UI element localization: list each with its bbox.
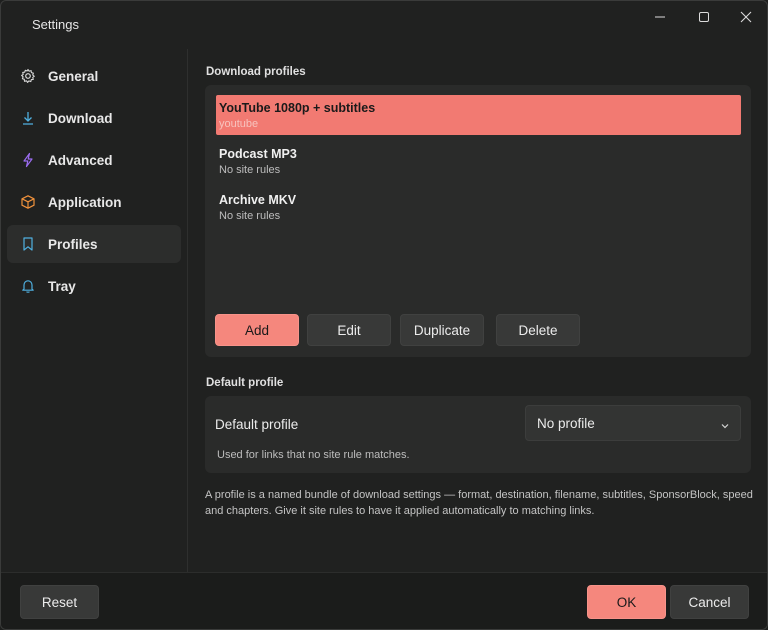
sidebar-divider	[187, 49, 188, 572]
sidebar-item-label: Profiles	[48, 236, 98, 252]
profiles-description: A profile is a named bundle of download …	[205, 489, 753, 517]
profile-name: Podcast MP3	[219, 147, 297, 161]
close-button[interactable]	[723, 1, 767, 33]
profile-list-item[interactable]: YouTube 1080p + subtitles youtube	[216, 95, 741, 135]
profile-name: Archive MKV	[219, 193, 297, 207]
duplicate-profile-button[interactable]: Duplicate	[400, 314, 484, 346]
default-profile-select[interactable]: No profile	[525, 405, 741, 441]
default-profile-card: Default profile No profile Used for link…	[205, 396, 751, 473]
edit-profile-button[interactable]: Edit	[307, 314, 391, 346]
sidebar-item-general[interactable]: General	[7, 57, 181, 95]
sidebar-item-tray[interactable]: Tray	[7, 267, 181, 305]
sidebar-item-advanced[interactable]: Advanced	[7, 141, 181, 179]
sidebar-item-profiles[interactable]: Profiles	[7, 225, 181, 263]
settings-window: Settings General Download Advanced Appli…	[0, 0, 768, 630]
maximize-button[interactable]	[681, 1, 727, 33]
profile-list-item[interactable]: Podcast MP3 No site rules	[216, 141, 741, 181]
default-profile-value: No profile	[537, 415, 595, 431]
profiles-card: YouTube 1080p + subtitles youtube Podcas…	[205, 85, 751, 357]
bell-icon	[20, 278, 36, 294]
gear-icon	[20, 68, 36, 84]
profile-list-item[interactable]: Archive MKV No site rules	[216, 187, 741, 227]
section-label-default-profile: Default profile	[206, 377, 284, 389]
ok-button[interactable]: OK	[587, 585, 666, 619]
sidebar-item-label: Application	[48, 194, 122, 210]
sidebar-item-label: Advanced	[48, 152, 113, 168]
delete-profile-button[interactable]: Delete	[496, 314, 580, 346]
reset-button[interactable]: Reset	[20, 585, 99, 619]
download-icon	[20, 110, 36, 126]
chevron-down-icon	[720, 419, 730, 434]
section-label-download-profiles: Download profiles	[206, 66, 306, 78]
profile-site-rules: No site rules	[219, 164, 281, 176]
add-profile-button[interactable]: Add	[215, 314, 299, 346]
close-icon	[740, 11, 752, 23]
sidebar-item-download[interactable]: Download	[7, 99, 181, 137]
minimize-icon	[655, 16, 665, 18]
sidebar-item-label: General	[48, 68, 99, 84]
profile-site-rules: No site rules	[219, 210, 281, 222]
default-profile-note: Used for links that no site rule matches…	[217, 449, 410, 461]
title-bar: Settings	[1, 1, 767, 47]
profile-site-rules: youtube	[219, 118, 259, 130]
maximize-icon	[699, 12, 709, 22]
cancel-button[interactable]: Cancel	[670, 585, 749, 619]
window-title: Settings	[32, 17, 79, 32]
bookmark-icon	[20, 236, 36, 252]
box-icon	[20, 194, 36, 210]
sidebar-item-application[interactable]: Application	[7, 183, 181, 221]
sidebar-item-label: Tray	[48, 278, 76, 294]
default-profile-label: Default profile	[215, 417, 299, 432]
minimize-button[interactable]	[637, 1, 683, 33]
dialog-footer: Reset OK Cancel	[1, 572, 767, 629]
sidebar-item-label: Download	[48, 110, 113, 126]
lightning-icon	[20, 152, 36, 168]
profile-name: YouTube 1080p + subtitles	[219, 101, 376, 115]
